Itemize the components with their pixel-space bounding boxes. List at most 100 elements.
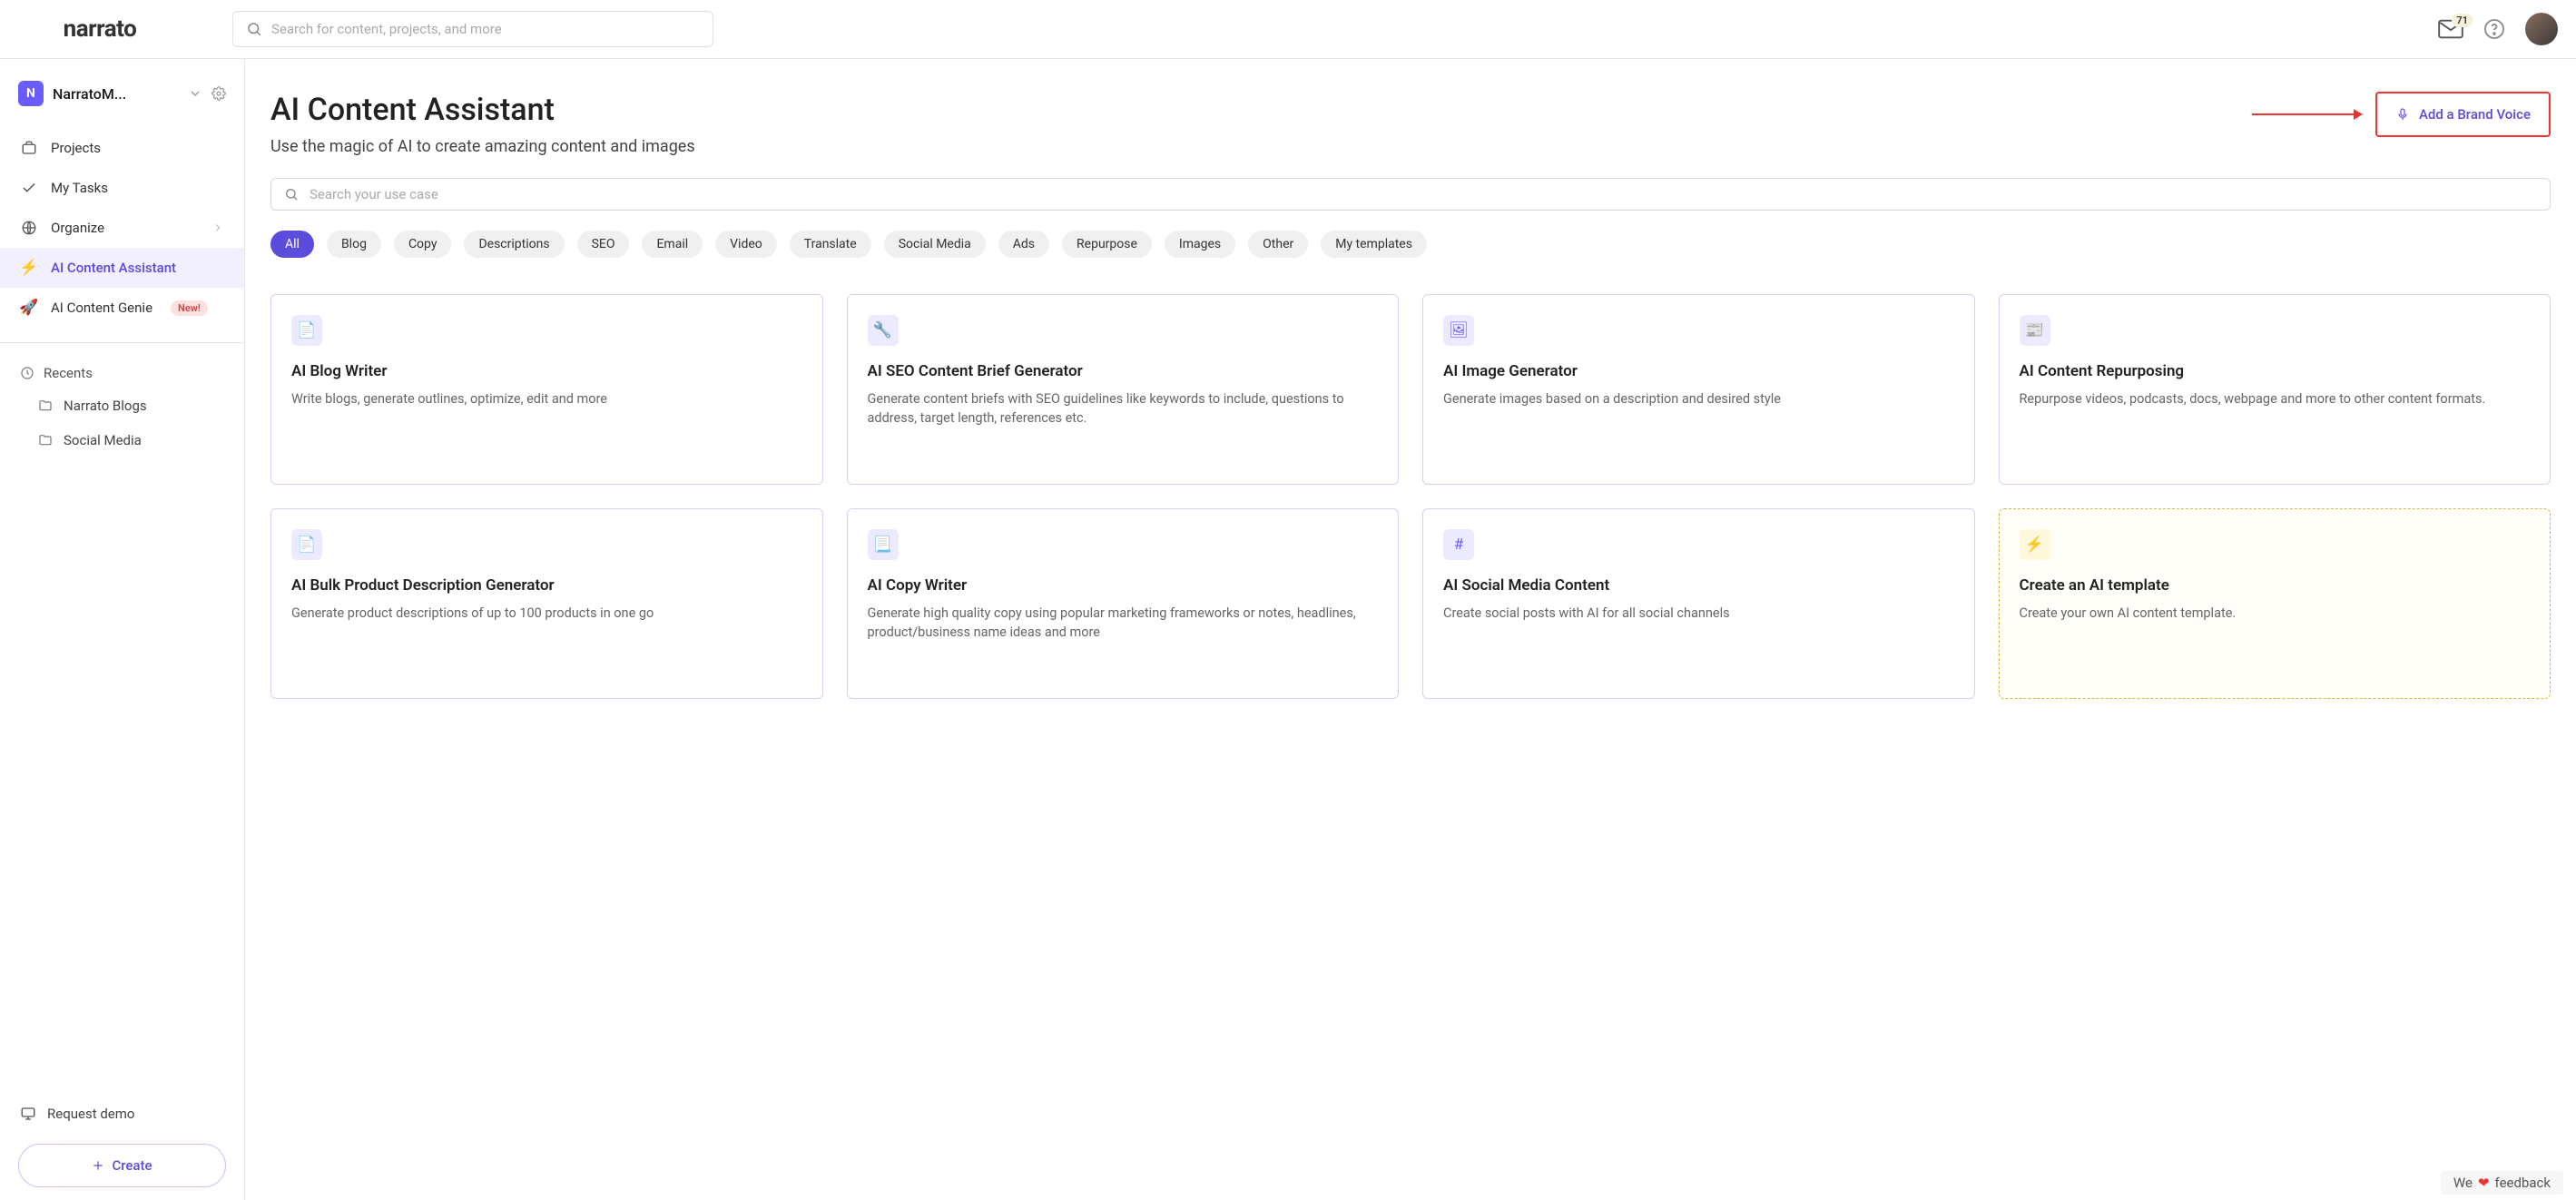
filter-chip[interactable]: Descriptions [464, 231, 564, 258]
workspace-switcher[interactable]: N NarratoM... [0, 72, 244, 115]
card-description: Repurpose videos, podcasts, docs, webpag… [2020, 389, 2531, 408]
notifications-count: 71 [2452, 14, 2473, 27]
nav-label: Projects [51, 140, 101, 156]
use-case-search[interactable] [270, 178, 2551, 211]
page-subtitle: Use the magic of AI to create amazing co… [270, 137, 695, 156]
filter-chip[interactable]: Email [642, 231, 703, 258]
use-case-search-input[interactable] [310, 186, 2537, 202]
user-avatar[interactable] [2525, 13, 2558, 45]
create-label: Create [112, 1157, 152, 1174]
nav-ai-content-assistant[interactable]: ⚡ AI Content Assistant [0, 248, 244, 288]
template-card[interactable]: 📃 AI Copy Writer Generate high quality cop… [847, 508, 1400, 699]
filter-chip[interactable]: My templates [1321, 231, 1427, 258]
workspace-name: NarratoM... [53, 85, 179, 103]
heart-icon: ❤ [2478, 1175, 2490, 1191]
nav-label: My Tasks [51, 180, 108, 196]
card-title: AI Copy Writer [868, 576, 1379, 595]
monitor-icon [20, 1106, 36, 1122]
check-icon [20, 179, 38, 197]
template-card[interactable]: 🖼 AI Image Generator Generate images based… [1422, 294, 1975, 485]
folder-icon [38, 433, 53, 448]
filter-chip[interactable]: Social Media [884, 231, 986, 258]
card-title: AI Social Media Content [1443, 576, 1954, 595]
recent-label: Social Media [64, 432, 142, 448]
filter-chip[interactable]: Copy [394, 231, 452, 258]
feedback-pre: We [2453, 1175, 2473, 1191]
global-search-input[interactable] [271, 21, 700, 37]
nav-ai-content-genie[interactable]: 🚀 AI Content Genie New! [0, 288, 244, 328]
notifications-button[interactable]: 71 [2438, 19, 2463, 39]
gear-icon[interactable] [211, 86, 226, 101]
card-icon: ⚡ [2020, 529, 2050, 560]
filter-chip[interactable]: Video [715, 231, 777, 258]
chevron-down-icon [188, 86, 202, 101]
help-icon[interactable] [2483, 18, 2505, 40]
nav-label: Organize [51, 220, 104, 236]
card-title: AI SEO Content Brief Generator [868, 362, 1379, 380]
card-icon: 📰 [2020, 315, 2050, 346]
recent-item[interactable]: Narrato Blogs [0, 389, 244, 423]
folder-icon [38, 398, 53, 413]
filter-chip[interactable]: Other [1248, 231, 1308, 258]
new-badge: New! [171, 300, 208, 316]
filter-chip[interactable]: All [270, 231, 314, 258]
highlight-arrow [2252, 113, 2361, 115]
logo[interactable]: narrato [18, 14, 182, 44]
card-title: AI Content Repurposing [2020, 362, 2531, 380]
card-icon: 📄 [291, 315, 322, 346]
recent-item[interactable]: Social Media [0, 423, 244, 457]
card-description: Generate content briefs with SEO guideli… [868, 389, 1379, 428]
card-title: AI Bulk Product Description Generator [291, 576, 802, 595]
filter-chip[interactable]: Blog [327, 231, 381, 258]
template-card[interactable]: ⚡ Create an AI template Create your own AI… [1999, 508, 2551, 699]
card-icon: # [1443, 529, 1474, 560]
card-icon: 📃 [868, 529, 899, 560]
nav-my-tasks[interactable]: My Tasks [0, 168, 244, 208]
search-icon [246, 21, 262, 37]
nav-organize[interactable]: Organize [0, 208, 244, 248]
rocket-icon: 🚀 [20, 299, 38, 317]
template-cards-grid: 📄 AI Blog Writer Write blogs, generate out… [270, 294, 2551, 699]
global-search[interactable] [232, 11, 713, 47]
feedback-badge[interactable]: We ❤ feedback [2441, 1171, 2563, 1195]
filter-chip[interactable]: SEO [577, 231, 630, 258]
lightning-icon: ⚡ [20, 259, 38, 277]
filter-chip[interactable]: Repurpose [1062, 231, 1152, 258]
filter-chip[interactable]: Ads [998, 231, 1049, 258]
card-icon: 🖼 [1443, 315, 1474, 346]
filter-chips: All Blog Copy Descriptions SEO Email Video Tran… [270, 231, 2551, 258]
recents-header: Recents [0, 358, 244, 389]
card-description: Generate high quality copy using popular… [868, 604, 1379, 642]
card-description: Generate images based on a description a… [1443, 389, 1954, 408]
request-demo-link[interactable]: Request demo [18, 1097, 226, 1131]
add-brand-voice-button[interactable]: Add a Brand Voice [2375, 92, 2551, 137]
card-description: Create social posts with AI for all soci… [1443, 604, 1954, 623]
template-card[interactable]: 🔧 AI SEO Content Brief Generator Generate … [847, 294, 1400, 485]
plus-icon [92, 1159, 104, 1172]
chevron-right-icon [211, 221, 224, 234]
card-title: AI Image Generator [1443, 362, 1954, 380]
mic-icon [2395, 107, 2410, 122]
workspace-initial: N [18, 81, 44, 106]
request-demo-label: Request demo [47, 1106, 134, 1122]
card-description: Create your own AI content template. [2020, 604, 2531, 623]
card-description: Write blogs, generate outlines, optimize… [291, 389, 802, 408]
clock-icon [20, 366, 34, 380]
template-card[interactable]: 📄 AI Blog Writer Write blogs, generate out… [270, 294, 823, 485]
page-title: AI Content Assistant [270, 92, 695, 128]
card-title: AI Blog Writer [291, 362, 802, 380]
template-card[interactable]: 📄AI Bulk Product Description GeneratorGe… [270, 508, 823, 699]
create-button[interactable]: Create [18, 1144, 226, 1187]
filter-chip[interactable]: Translate [790, 231, 871, 258]
card-icon: 🔧 [868, 315, 899, 346]
globe-icon [20, 219, 38, 237]
search-icon [284, 187, 299, 202]
card-icon: 📄 [291, 529, 322, 560]
template-card[interactable]: 📰 AI Content Repurposing Repurpose videos,… [1999, 294, 2551, 485]
card-title: Create an AI template [2020, 576, 2531, 595]
feedback-post: feedback [2495, 1175, 2551, 1191]
template-card[interactable]: # AI Social Media Content Create social po… [1422, 508, 1975, 699]
nav-projects[interactable]: Projects [0, 128, 244, 168]
nav-label: AI Content Assistant [51, 260, 176, 276]
filter-chip[interactable]: Images [1165, 231, 1235, 258]
